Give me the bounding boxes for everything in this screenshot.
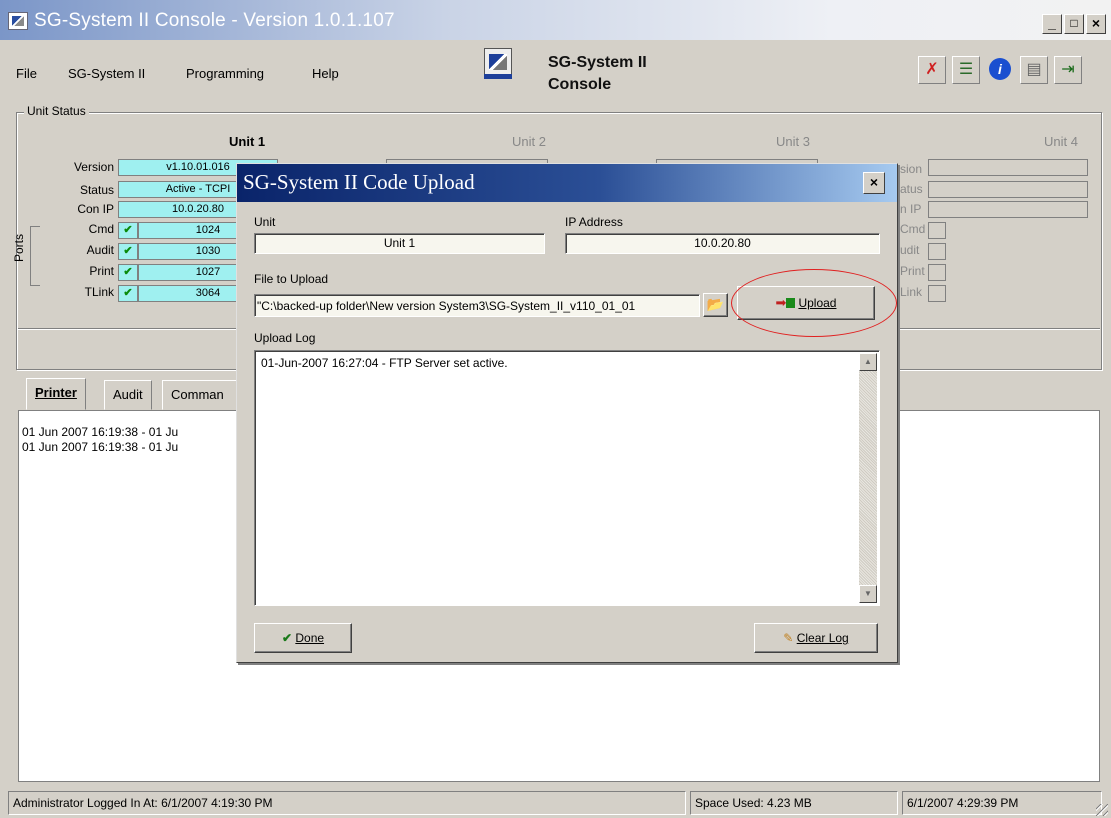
- unit4-tlink-check: [928, 285, 946, 302]
- resize-grip[interactable]: [1096, 804, 1108, 816]
- status-label: Status: [79, 183, 114, 197]
- unit4-status: [928, 181, 1088, 198]
- menu-file[interactable]: File: [16, 66, 37, 81]
- status-login: Administrator Logged In At: 6/1/2007 4:1…: [8, 791, 686, 815]
- window-title: SG-System II Console - Version 1.0.1.107: [34, 10, 395, 31]
- sg-logo-bar: [484, 74, 512, 79]
- unit4-con-ip: [928, 201, 1088, 218]
- code-upload-dialog: SG-System II Code Upload × Unit Unit 1 I…: [236, 163, 898, 663]
- header-title-line2: Console: [548, 76, 612, 93]
- tab-printer-label: Printer: [35, 385, 77, 400]
- clear-log-button-label: Clear Log: [796, 631, 849, 645]
- tlink-port-label: TLink: [84, 285, 114, 299]
- version-label: Version: [73, 160, 114, 174]
- printer-log-line: 01 Jun 2007 16:19:38 - 01 Ju: [22, 440, 179, 454]
- audit-port-label: Audit: [86, 243, 114, 257]
- cmd-port-label: Cmd: [88, 222, 114, 236]
- network-icon[interactable]: ☰: [952, 56, 980, 84]
- browse-folder-icon[interactable]: 📂: [703, 293, 728, 317]
- ip-address-label: IP Address: [565, 215, 623, 229]
- cmd-check-icon: ✔: [118, 222, 138, 239]
- header-title-line1: SG-System II: [548, 54, 647, 71]
- checkmark-icon: ✔: [281, 631, 293, 645]
- file-to-upload-label: File to Upload: [254, 272, 329, 286]
- unit4-audit-check: [928, 243, 946, 260]
- ip-address-field: 10.0.20.80: [565, 233, 880, 254]
- minimize-button[interactable]: _: [1042, 14, 1062, 34]
- close-button[interactable]: ×: [1086, 14, 1106, 34]
- unit4-status-label: atus: [900, 182, 923, 196]
- unit1-header: Unit 1: [229, 134, 266, 149]
- unit-status-legend: Unit Status: [24, 104, 89, 118]
- exit-icon[interactable]: ⇥: [1054, 56, 1082, 84]
- con-ip-label: Con IP: [77, 202, 114, 216]
- unit4-print-check: [928, 264, 946, 281]
- tab-command[interactable]: Comman: [162, 380, 242, 410]
- unit2-header: Unit 2: [512, 134, 546, 149]
- log-icon[interactable]: ▤: [1020, 56, 1048, 84]
- audit-check-icon: ✔: [118, 243, 138, 260]
- unit4-tlink-label: Link: [900, 285, 923, 299]
- unit3-header: Unit 3: [776, 134, 810, 149]
- dialog-title-bar[interactable]: SG-System II Code Upload ×: [237, 164, 897, 202]
- status-datetime: 6/1/2007 4:29:39 PM: [902, 791, 1102, 815]
- disconnect-icon[interactable]: ✗: [918, 56, 946, 84]
- highlight-ellipse: [731, 269, 897, 337]
- tab-audit[interactable]: Audit: [104, 380, 152, 410]
- printer-log-line: 01 Jun 2007 16:19:38 - 01 Ju: [22, 425, 179, 439]
- upload-log-box[interactable]: 01-Jun-2007 16:27:04 - FTP Server set ac…: [254, 350, 880, 606]
- upload-log-line: 01-Jun-2007 16:27:04 - FTP Server set ac…: [261, 356, 508, 370]
- info-icon[interactable]: i: [986, 56, 1014, 84]
- tab-printer[interactable]: Printer: [26, 378, 86, 410]
- unit-label: Unit: [254, 215, 276, 229]
- header-title: SG-System II Console: [548, 52, 647, 96]
- menu-sg-system[interactable]: SG-System II: [68, 66, 145, 81]
- print-check-icon: ✔: [118, 264, 138, 281]
- unit4-version-label: sion: [900, 162, 923, 176]
- menu-programming[interactable]: Programming: [186, 66, 264, 81]
- menu-help[interactable]: Help: [312, 66, 339, 81]
- tlink-check-icon: ✔: [118, 285, 138, 302]
- file-path-input[interactable]: [254, 294, 700, 317]
- dialog-title: SG-System II Code Upload: [243, 170, 475, 194]
- maximize-button[interactable]: □: [1064, 14, 1084, 34]
- unit4-print-label: Print: [900, 264, 925, 278]
- app-icon[interactable]: [8, 12, 28, 30]
- done-button-label: Done: [295, 631, 325, 645]
- unit4-cmd-check: [928, 222, 946, 239]
- tab-audit-label: Audit: [113, 387, 143, 402]
- ports-bracket: [30, 226, 40, 286]
- unit-field: Unit 1: [254, 233, 545, 254]
- dialog-close-button[interactable]: ×: [863, 172, 885, 194]
- tab-command-label: Comman: [171, 387, 224, 402]
- eraser-icon: ✎: [783, 631, 794, 645]
- upload-log-label: Upload Log: [254, 331, 316, 345]
- scroll-down-icon[interactable]: ▼: [859, 585, 877, 603]
- clear-log-button[interactable]: ✎ Clear Log: [754, 623, 878, 653]
- unit4-con-ip-label: n IP: [900, 202, 922, 216]
- status-space-used: Space Used: 4.23 MB: [690, 791, 898, 815]
- upload-log-scrollbar[interactable]: ▲ ▼: [859, 353, 877, 603]
- unit4-header: Unit 4: [1044, 134, 1078, 149]
- window-title-bar[interactable]: SG-System II Console - Version 1.0.1.107…: [0, 0, 1111, 40]
- print-port-label: Print: [89, 264, 114, 278]
- ports-label: Ports: [12, 233, 26, 262]
- unit4-audit-label: udit: [900, 243, 920, 257]
- scroll-up-icon[interactable]: ▲: [859, 353, 877, 371]
- unit4-cmd-label: Cmd: [900, 222, 926, 236]
- done-button[interactable]: ✔ Done: [254, 623, 352, 653]
- unit4-version: [928, 159, 1088, 176]
